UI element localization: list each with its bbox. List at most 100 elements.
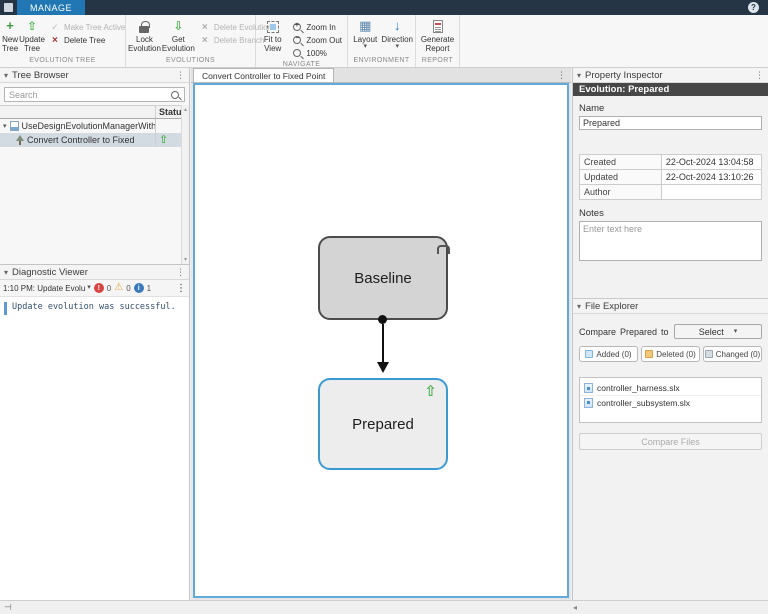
error-count: 0 <box>106 283 112 293</box>
diagnostic-viewer-panel: ▾ Diagnostic Viewer ⋮ 1:10 PM: Update Ev… <box>0 265 189 600</box>
delete-branch-icon: × <box>201 34 208 46</box>
list-item[interactable]: controller_subsystem.slx <box>580 395 761 409</box>
notes-field[interactable] <box>579 221 762 261</box>
diagnostic-menu-icon[interactable]: ⋮ <box>176 283 186 294</box>
prepared-node[interactable]: ⇧ Prepared <box>318 378 448 470</box>
search-input[interactable] <box>5 88 184 101</box>
left-panel: ▾ Tree Browser ⋮ Status ▾ UseDesignEvolu… <box>0 68 190 600</box>
make-tree-active-label: Make Tree Active <box>63 22 126 32</box>
info-badge-icon[interactable]: i <box>133 283 144 293</box>
document-tab[interactable]: Convert Controller to Fixed Point <box>193 68 335 82</box>
zoom-in-label: Zoom In <box>306 22 336 32</box>
property-inspector-title: Property Inspector <box>585 69 663 81</box>
list-item[interactable]: controller_harness.slx <box>580 381 761 395</box>
compare-target-label: Prepared <box>620 326 658 337</box>
collapse-icon[interactable]: ▾ <box>4 71 8 80</box>
deleted-icon <box>645 350 654 358</box>
lock-evolution-button[interactable]: Lock Evolution <box>128 17 161 53</box>
name-field[interactable] <box>579 116 762 130</box>
help-button[interactable]: ? <box>748 2 759 13</box>
fit-to-view-label: Fit to View <box>263 35 282 54</box>
tree-row-evolution[interactable]: Convert Controller to Fixed ⇧ <box>0 133 189 147</box>
error-badge-icon[interactable]: ! <box>93 283 104 293</box>
zoom-out-label: Zoom Out <box>306 35 342 45</box>
collapse-icon[interactable]: ▾ <box>577 71 581 80</box>
fit-to-view-button[interactable]: Fit to View <box>258 17 287 53</box>
direction-dropdown-icon: ▾ <box>395 43 399 51</box>
generate-report-label: Generate Report <box>420 35 455 54</box>
created-value: 22-Oct-2024 13:04:58 <box>660 154 763 170</box>
tree-browser-scrollbar[interactable]: ▴ ▾ <box>181 105 189 264</box>
file-explorer-title: File Explorer <box>585 300 639 312</box>
file-name: controller_harness.slx <box>597 383 680 393</box>
scroll-up-icon[interactable]: ▴ <box>184 106 187 113</box>
get-evolution-button[interactable]: ⇩ Get Evolution <box>162 17 195 53</box>
filter-deleted[interactable]: Deleted (0) <box>641 346 700 362</box>
evolution-canvas[interactable]: Baseline ⇧ Prepared <box>193 83 569 598</box>
connector-line <box>381 324 384 364</box>
evolution-icon <box>15 135 24 145</box>
diagnostic-run-dropdown[interactable]: 1:10 PM: Update Evolu ▾ <box>3 284 91 293</box>
slx-file-icon <box>584 397 593 408</box>
delete-tree-label: Delete Tree <box>63 35 106 45</box>
tree-browser-panel: ▾ Tree Browser ⋮ Status ▾ UseDesignEvolu… <box>0 68 189 265</box>
fit-to-view-icon <box>266 19 279 34</box>
compare-suffix-label: to <box>661 326 669 337</box>
file-list: controller_harness.slx controller_subsys… <box>579 377 762 423</box>
author-value[interactable] <box>660 184 763 200</box>
tab-manage[interactable]: MANAGE <box>17 0 86 15</box>
panel-menu-icon[interactable]: ⋮ <box>176 70 185 81</box>
zoom-level-button[interactable]: 100% <box>288 47 345 59</box>
group-label-evolution-tree: EVOLUTION TREE <box>29 57 96 64</box>
search-icon[interactable] <box>171 90 179 99</box>
delete-tree-button[interactable]: × Delete Tree <box>46 34 128 46</box>
filter-changed[interactable]: Changed (0) <box>703 346 762 362</box>
get-evolution-label: Get Evolution <box>161 35 195 54</box>
name-column-header <box>0 106 155 118</box>
status-bar: ⊣ ◂ <box>0 600 768 614</box>
zoom-in-button[interactable]: Zoom In <box>288 21 345 33</box>
scroll-left-icon[interactable]: ◂ <box>573 603 577 612</box>
panel-menu-icon[interactable]: ⋮ <box>176 267 185 278</box>
collapse-icon[interactable]: ▾ <box>4 268 8 277</box>
tabbar-menu-icon[interactable]: ⋮ <box>552 68 571 82</box>
filter-changed-label: Changed (0) <box>715 349 761 359</box>
tree-grid-header: Status <box>0 105 189 119</box>
filter-added[interactable]: Added (0) <box>579 346 638 362</box>
ribbon-group-environment: ▦ Layout ▾ ↓ Direction ▾ ENVIRONMENT <box>348 15 416 67</box>
generate-report-icon <box>432 19 443 34</box>
name-label: Name <box>579 103 605 114</box>
warning-badge-icon[interactable]: ⚠ <box>114 283 123 293</box>
delete-evolution-icon: × <box>201 21 208 33</box>
property-inspector-header[interactable]: ▾ Property Inspector ⋮ <box>573 68 768 83</box>
zoom-out-button[interactable]: Zoom Out <box>288 34 345 46</box>
direction-button[interactable]: ↓ Direction ▾ <box>381 17 413 50</box>
info-count: 1 <box>146 283 152 293</box>
new-tree-button[interactable]: + New Tree <box>2 17 18 53</box>
baseline-node[interactable]: Baseline <box>318 236 448 320</box>
dock-icon[interactable]: ⊣ <box>4 602 12 613</box>
scroll-down-icon[interactable]: ▾ <box>184 256 187 263</box>
updated-value: 22-Oct-2024 13:10:26 <box>660 169 763 185</box>
file-name: controller_subsystem.slx <box>597 397 691 408</box>
make-tree-active-button[interactable]: ✓ Make Tree Active <box>46 21 128 33</box>
expand-icon[interactable]: ▾ <box>3 122 7 130</box>
collapse-icon[interactable]: ▾ <box>577 302 581 311</box>
generate-report-button[interactable]: Generate Report <box>418 17 457 53</box>
layout-button[interactable]: ▦ Layout ▾ <box>350 17 380 50</box>
diagnostic-viewer-header[interactable]: ▾ Diagnostic Viewer ⋮ <box>0 265 189 280</box>
created-label: Created <box>579 154 662 170</box>
compare-files-button[interactable]: Compare Files <box>579 433 762 450</box>
tree-row-root[interactable]: ▾ UseDesignEvolutionManagerWith1 <box>0 119 189 133</box>
group-label-report: REPORT <box>421 57 454 64</box>
update-tree-button[interactable]: ⇧ Update Tree <box>19 17 45 53</box>
author-label: Author <box>579 184 662 200</box>
tree-browser-header[interactable]: ▾ Tree Browser ⋮ <box>0 68 189 83</box>
compare-prefix-label: Compare <box>579 326 617 337</box>
panel-menu-icon[interactable]: ⋮ <box>755 70 764 81</box>
update-tree-icon: ⇧ <box>27 18 38 33</box>
diagnostic-run-label: 1:10 PM: Update Evolu <box>3 283 86 293</box>
delete-tree-icon: × <box>52 34 58 46</box>
file-explorer-header[interactable]: ▾ File Explorer <box>573 299 768 314</box>
compare-select-dropdown[interactable]: Select ▾ <box>674 324 762 339</box>
